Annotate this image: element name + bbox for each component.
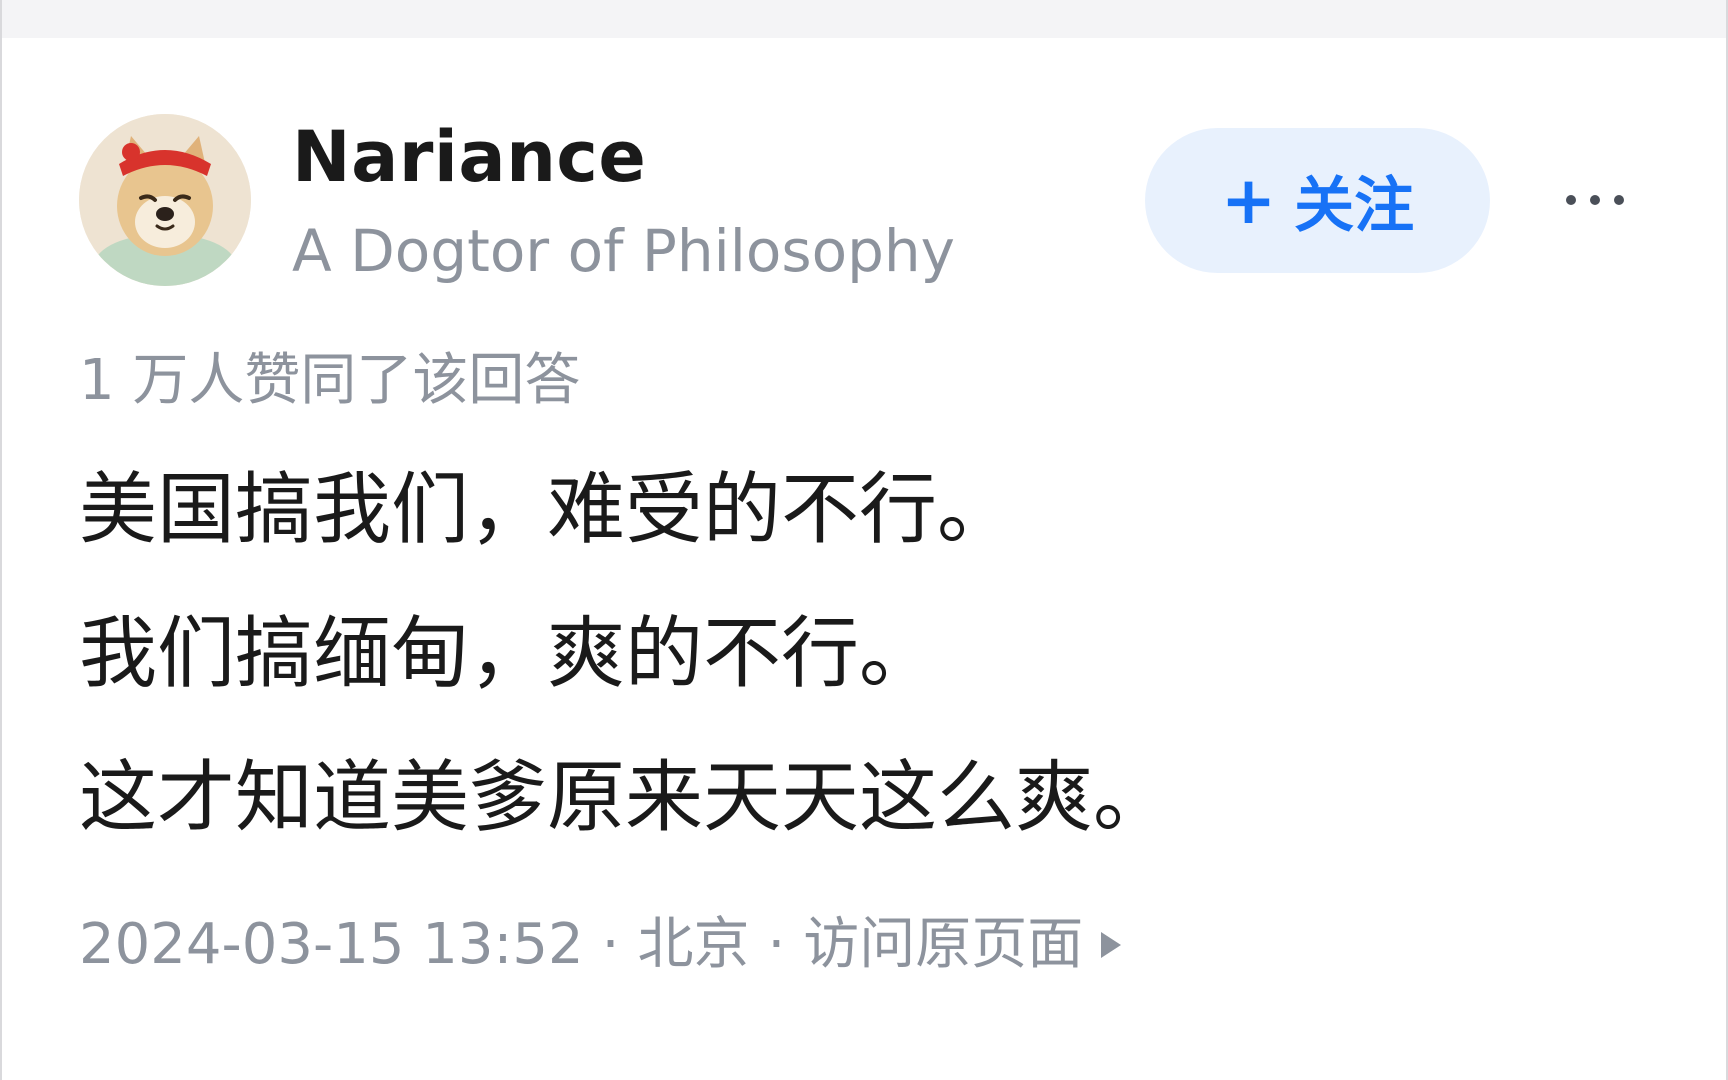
answer-card: Nariance A Dogtor of Philosophy + 关注 1 万…	[0, 0, 1728, 1080]
content-line: 这才知道美爹原来天天这么爽。	[79, 753, 1172, 843]
meta-separator: ·	[601, 912, 620, 977]
play-triangle-icon	[1101, 932, 1122, 958]
author-avatar[interactable]	[79, 114, 251, 286]
meta-separator: ·	[767, 912, 786, 977]
follow-label: 关注	[1294, 171, 1415, 241]
view-original-link[interactable]: 访问原页面	[803, 908, 1122, 982]
content-line: 我们搞缅甸，爽的不行。	[79, 609, 938, 699]
post-location: 北京	[637, 912, 750, 977]
plus-icon: +	[1220, 161, 1277, 239]
author-name[interactable]: Nariance	[292, 112, 646, 202]
view-original-label: 访问原页面	[803, 912, 1084, 977]
vote-count-text: 1 万人赞同了该回答	[79, 348, 581, 413]
more-options-button[interactable]	[1550, 168, 1640, 232]
follow-button[interactable]: + 关注	[1145, 128, 1490, 273]
shiba-dog-avatar-icon	[79, 114, 251, 286]
author-bio: A Dogtor of Philosophy	[292, 217, 955, 285]
content-line: 美国搞我们，难受的不行。	[79, 465, 1016, 555]
answer-meta: 2024-03-15 13:52 · 北京 · 访问原页面	[79, 908, 1122, 982]
top-divider	[2, 0, 1726, 38]
more-horizontal-icon	[1566, 195, 1624, 205]
answer-content: 美国搞我们，难受的不行。 我们搞缅甸，爽的不行。 这才知道美爹原来天天这么爽。	[79, 470, 1659, 902]
post-datetime: 2024-03-15 13:52	[79, 912, 584, 977]
